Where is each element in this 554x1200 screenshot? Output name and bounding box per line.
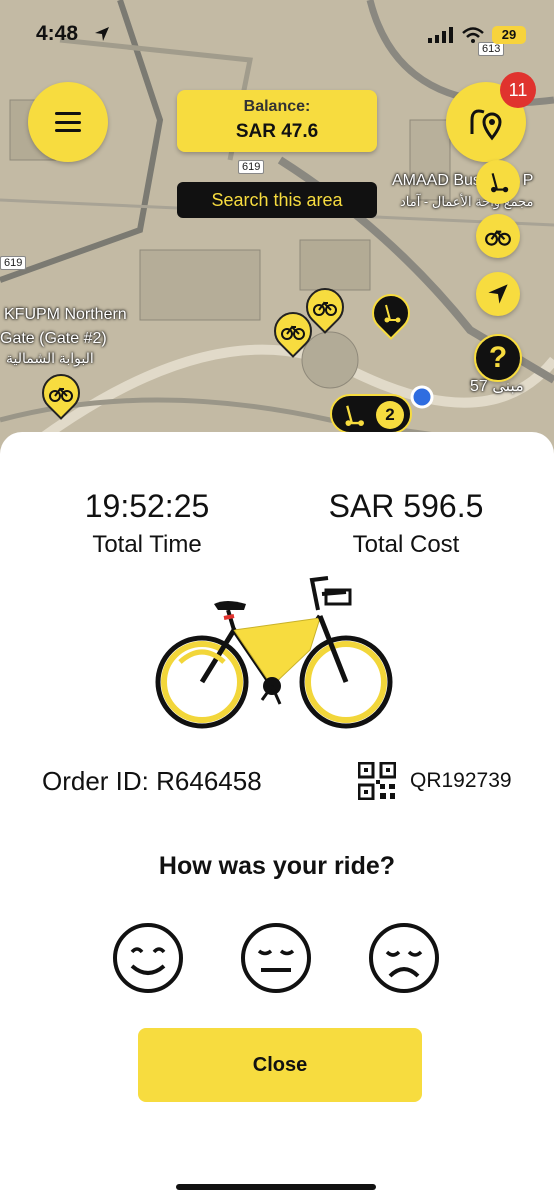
total-time-label: Total Time [92,531,202,558]
notification-badge: 11 [500,72,536,108]
search-this-area-button[interactable]: Search this area [177,182,377,218]
balance-card[interactable]: Balance: SAR 47.6 [177,90,377,152]
cluster-count: 2 [376,401,404,429]
qr-code-icon [358,762,396,800]
balance-label: Balance: [243,98,311,115]
location-arrow-icon [95,27,109,41]
scooter-filter-button[interactable] [476,160,520,204]
status-bar: 4:48 29 [0,0,554,70]
qr-code-text: QR192739 [410,769,512,792]
neutral-face-icon[interactable] [240,922,312,994]
wifi-icon [462,27,484,43]
locate-me-button[interactable] [476,272,520,316]
menu-button[interactable] [28,82,108,162]
bike-icon [485,230,511,246]
rating-question: How was your ride? [158,852,396,880]
place-label-kfupm-ar: البوابة الشمالية [6,350,94,366]
battery-indicator: 29 [492,26,526,44]
total-time-stat: 19:52:25 Total Time [62,488,232,559]
balance-value: SAR 47.6 [235,121,319,142]
place-label-kfupm-gate: Gate (Gate #2) [0,330,107,347]
sad-face-icon[interactable] [368,922,440,994]
bike-icon [48,387,73,402]
scooter-icon [384,304,401,323]
road-label: 619 [238,160,265,174]
order-id: Order ID: R646458 [42,766,262,796]
navigation-arrow-icon [488,284,508,304]
scooter-icon [491,173,509,193]
home-indicator[interactable] [176,1184,376,1190]
route-pin-icon [470,109,502,141]
close-button[interactable]: Close [138,1028,422,1102]
help-button[interactable]: ? [474,334,522,382]
scooter-cluster[interactable]: 2 [330,394,412,434]
total-cost-stat: SAR 596.5 Total Cost [306,488,506,559]
place-label-kfupm: KFUPM Northern [4,306,127,323]
bike-image [155,576,393,729]
total-cost-value: SAR 596.5 [328,488,484,524]
status-time: 4:48 [36,22,79,45]
total-cost-label: Total Cost [352,531,460,558]
bike-icon [313,301,337,316]
hamburger-icon [55,112,81,132]
signal-icon [428,27,453,43]
bike-filter-button[interactable] [476,214,520,258]
road-label: 619 [0,256,27,270]
scooter-icon [345,405,364,426]
bike-icon [281,325,305,340]
happy-face-icon[interactable] [112,922,184,994]
total-time-value: 19:52:25 [84,488,210,524]
